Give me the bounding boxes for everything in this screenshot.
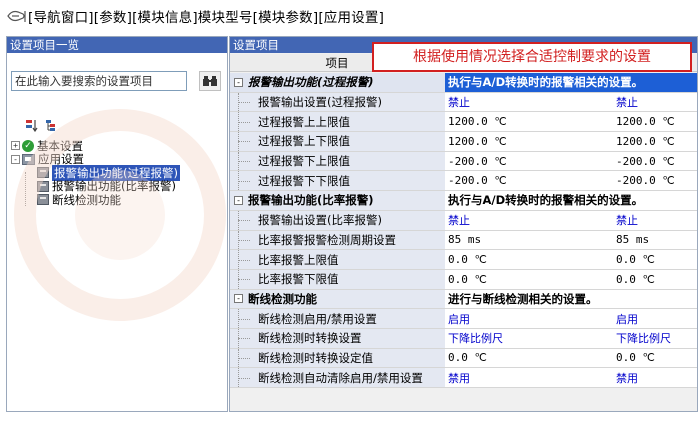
parameter-value-ch2[interactable]: 85 ms <box>613 230 697 250</box>
collapse-icon[interactable]: - <box>11 154 20 164</box>
category-description: 执行与A/D转换时的报警相关的设置。 <box>445 191 697 210</box>
binoculars-icon <box>203 76 217 86</box>
breadcrumb: [导航窗口][参数][模块信息]模块型号[模块参数][应用设置] <box>6 6 384 26</box>
search-button[interactable] <box>199 71 221 91</box>
parameter-name: 比率报警下限值 <box>230 269 445 289</box>
settings-table: - 报警输出功能(过程报警) 执行与A/D转换时的报警相关的设置。 报警输出设置(过程… <box>230 73 697 388</box>
settings-list-panel: 设置项目一览 在此输入要搜索的设置项目 + ✓ 基本设置 - 应用设置 报警输出… <box>6 36 228 412</box>
parameter-value-ch1[interactable]: -200.0 ℃ <box>445 171 613 191</box>
parameter-value-ch2[interactable]: 0.0 ℃ <box>613 348 697 368</box>
settings-list-title: 设置项目一览 <box>7 37 227 53</box>
search-input[interactable] <box>11 71 187 91</box>
parameter-value-ch1[interactable]: 启用 <box>445 309 613 328</box>
parameter-value-ch1[interactable]: 禁用 <box>445 368 613 387</box>
collapse-icon[interactable]: - <box>234 294 243 304</box>
parameter-row: 过程报警下下限值 -200.0 ℃ -200.0 ℃ <box>230 171 697 192</box>
breadcrumb-path: [导航窗口][参数][模块信息]模块型号[模块参数][应用设置] <box>28 10 385 26</box>
tree-toolbar <box>25 119 59 133</box>
parameter-name: 过程报警下下限值 <box>230 171 445 191</box>
category-description: 执行与A/D转换时的报警相关的设置。 <box>445 73 697 92</box>
parameter-name: 过程报警下上限值 <box>230 151 445 171</box>
category-description: 进行与断线检测相关的设置。 <box>445 289 697 309</box>
parameter-row: 比率报警报警检测周期设置 85 ms 85 ms <box>230 230 697 251</box>
module-icon <box>37 180 49 192</box>
parameter-row: 断线检测时转换设定值 0.0 ℃ 0.0 ℃ <box>230 348 697 369</box>
check-icon: ✓ <box>22 139 34 152</box>
parameter-value-ch1[interactable]: 1200.0 ℃ <box>445 112 613 132</box>
parameter-value-ch2[interactable]: -200.0 ℃ <box>613 151 697 171</box>
category-label: 报警输出功能(比率报警) <box>248 193 374 208</box>
parameter-name: 报警输出设置(比率报警) <box>230 210 445 230</box>
parameter-value-ch1[interactable]: 禁止 <box>445 210 613 230</box>
parameter-value-ch1[interactable]: 0.0 ℃ <box>445 269 613 289</box>
parameter-value-ch2[interactable]: 禁止 <box>613 92 697 112</box>
tree-view-icon[interactable] <box>45 119 59 132</box>
category-label-cell: - 断线检测功能 <box>230 289 445 309</box>
parameter-name: 断线检测时转换设定值 <box>230 348 445 368</box>
tree-item-disconnection-detection[interactable]: 断线检测功能 <box>11 193 225 207</box>
parameter-value-ch1[interactable]: 1200.0 ℃ <box>445 132 613 151</box>
category-label: 报警输出功能(过程报警) <box>248 75 374 90</box>
folder-icon <box>22 153 35 165</box>
parameter-value-ch2[interactable]: 启用 <box>613 309 697 328</box>
parameter-value-ch2[interactable]: 0.0 ℃ <box>613 250 697 269</box>
parameter-value-ch1[interactable]: 85 ms <box>445 230 613 250</box>
parameter-row: 断线检测时转换设置 下降比例尺 下降比例尺 <box>230 328 697 349</box>
parameter-value-ch1[interactable]: 0.0 ℃ <box>445 250 613 269</box>
expand-icon[interactable]: + <box>11 141 20 151</box>
search-row <box>11 71 221 91</box>
category-label-cell: - 报警输出功能(比率报警) <box>230 191 445 210</box>
module-icon <box>37 167 49 179</box>
sort-icon[interactable] <box>25 119 39 133</box>
category-row[interactable]: - 断线检测功能 进行与断线检测相关的设置。 <box>230 289 697 310</box>
parameter-row: 比率报警上限值 0.0 ℃ 0.0 ℃ <box>230 250 697 270</box>
parameter-value-ch2[interactable]: -200.0 ℃ <box>613 171 697 191</box>
parameter-name: 断线检测自动清除启用/禁用设置 <box>230 368 445 387</box>
parameter-row: 过程报警下上限值 -200.0 ℃ -200.0 ℃ <box>230 151 697 172</box>
callout-annotation: 根据使用情况选择合适控制要求的设置 <box>372 42 692 72</box>
tree-item-label: 断线检测功能 <box>52 192 121 207</box>
parameter-value-ch2[interactable]: 1200.0 ℃ <box>613 112 697 132</box>
parameter-name: 断线检测启用/禁用设置 <box>230 309 445 328</box>
parameter-value-ch2[interactable]: 1200.0 ℃ <box>613 132 697 151</box>
parameter-name: 比率报警上限值 <box>230 250 445 269</box>
settings-items-panel: 设置项目 项目 - 报警输出功能(过程报警) 执行与A/D转换时的报警相关的设置。报… <box>229 36 698 412</box>
parameter-row: 报警输出设置(过程报警) 禁止 禁止 <box>230 92 697 113</box>
parameter-row: 过程报警上上限值 1200.0 ℃ 1200.0 ℃ <box>230 112 697 133</box>
parameter-row: 断线检测启用/禁用设置 启用 启用 <box>230 309 697 329</box>
parameter-value-ch1[interactable]: 0.0 ℃ <box>445 348 613 368</box>
collapse-icon[interactable]: - <box>234 195 243 205</box>
parameter-value-ch2[interactable]: 0.0 ℃ <box>613 269 697 289</box>
parameter-name: 过程报警上下限值 <box>230 132 445 151</box>
parameter-name: 报警输出设置(过程报警) <box>230 92 445 112</box>
parameter-name: 断线检测时转换设置 <box>230 328 445 348</box>
parameter-row: 报警输出设置(比率报警) 禁止 禁止 <box>230 210 697 231</box>
parameter-value-ch1[interactable]: 下降比例尺 <box>445 328 613 348</box>
parameter-row: 比率报警下限值 0.0 ℃ 0.0 ℃ <box>230 269 697 290</box>
category-label: 断线检测功能 <box>248 291 317 306</box>
collapse-icon[interactable]: - <box>234 77 243 87</box>
settings-tree: + ✓ 基本设置 - 应用设置 报警输出功能(过程报警) 报警输出功能(比率报警… <box>11 139 225 207</box>
parameter-row: 过程报警上下限值 1200.0 ℃ 1200.0 ℃ <box>230 132 697 152</box>
category-row[interactable]: - 报警输出功能(过程报警) 执行与A/D转换时的报警相关的设置。 <box>230 73 697 93</box>
tree-connector <box>25 172 26 206</box>
parameter-value-ch1[interactable]: -200.0 ℃ <box>445 151 613 171</box>
parameter-value-ch2[interactable]: 禁用 <box>613 368 697 387</box>
parameter-value-ch1[interactable]: 禁止 <box>445 92 613 112</box>
category-row[interactable]: - 报警输出功能(比率报警) 执行与A/D转换时的报警相关的设置。 <box>230 191 697 211</box>
parameter-value-ch2[interactable]: 下降比例尺 <box>613 328 697 348</box>
parameter-row: 断线检测自动清除启用/禁用设置 禁用 禁用 <box>230 368 697 388</box>
parameter-name: 比率报警报警检测周期设置 <box>230 230 445 250</box>
module-icon <box>37 194 49 206</box>
navigation-link-icon <box>6 9 26 23</box>
parameter-name: 过程报警上上限值 <box>230 112 445 132</box>
parameter-value-ch2[interactable]: 禁止 <box>613 210 697 230</box>
category-label-cell: - 报警输出功能(过程报警) <box>230 73 445 92</box>
